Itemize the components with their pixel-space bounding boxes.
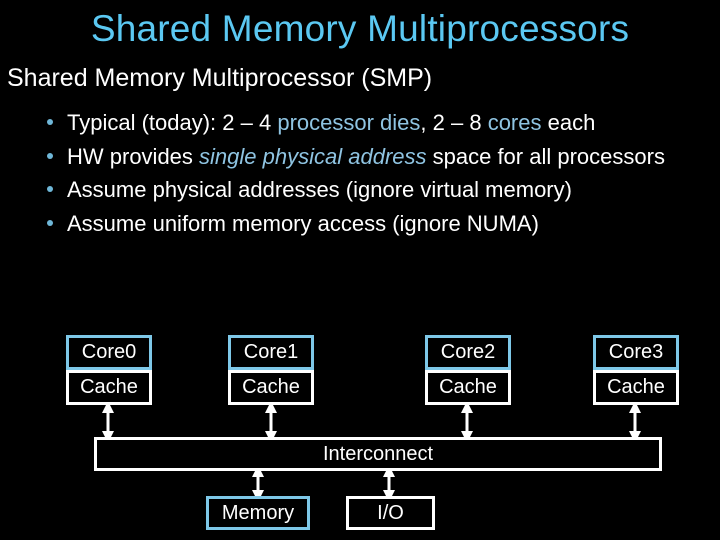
core1-cache-box: Cache — [228, 370, 314, 405]
core1-box: Core1 — [228, 335, 314, 370]
core0-box: Core0 — [66, 335, 152, 370]
core3-cache-box: Cache — [593, 370, 679, 405]
interconnect-box: Interconnect — [94, 437, 662, 471]
core0-cache-box: Cache — [66, 370, 152, 405]
core2-box: Core2 — [425, 335, 511, 370]
memory-box: Memory — [206, 496, 310, 530]
core3-box: Core3 — [593, 335, 679, 370]
io-box: I/O — [346, 496, 435, 530]
core2-cache-box: Cache — [425, 370, 511, 405]
